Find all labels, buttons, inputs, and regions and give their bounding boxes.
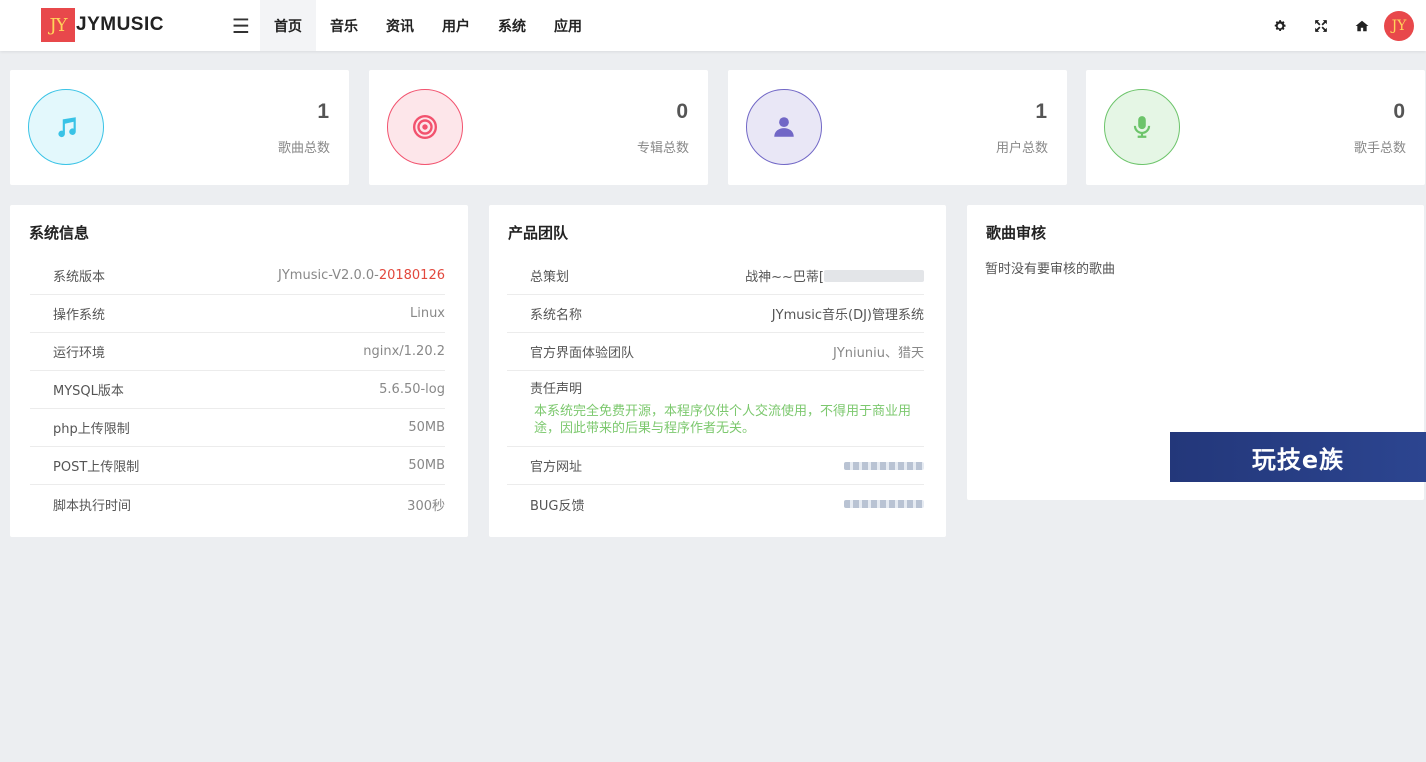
nav-music[interactable]: 音乐 <box>316 0 372 51</box>
app-name: JYMUSIC <box>76 14 164 35</box>
system-info-panel: 系统信息 系统版本 JYmusic-V2.0.0-20180126 操作系统 L… <box>10 205 468 537</box>
music-note-icon <box>28 89 104 165</box>
gear-icon[interactable] <box>1259 0 1300 51</box>
stat-label: 专辑总数 <box>636 141 689 156</box>
stat-card-users: 1 用户总数 <box>728 70 1067 185</box>
row-key: 操作系统 <box>53 308 106 323</box>
watermark-text: 玩技e族 <box>1251 445 1345 474</box>
empty-state-text: 暂时没有要审核的歌曲 <box>985 262 1116 277</box>
row-value: 300秒 <box>407 498 445 514</box>
row-key: 系统版本 <box>53 270 106 285</box>
table-row: 责任声明 本系统完全免费开源，本程序仅供个人交流使用，不得用于商业用途，因此带来… <box>507 371 924 447</box>
official-site-link[interactable] <box>844 461 924 470</box>
row-value: JYmusic-V2.0.0-20180126 <box>278 268 445 283</box>
row-key: MYSQL版本 <box>53 384 124 399</box>
row-key: 责任声明 <box>530 382 583 397</box>
row-key: 系统名称 <box>530 308 583 323</box>
app-logo[interactable]: JY JYMUSIC <box>41 8 164 42</box>
nav-apps[interactable]: 应用 <box>540 0 596 51</box>
nav-system[interactable]: 系统 <box>484 0 540 51</box>
nav-news[interactable]: 资讯 <box>372 0 428 51</box>
table-row: 官方界面体验团队 JYniuniu、猎天 <box>507 333 924 371</box>
nav-users[interactable]: 用户 <box>428 0 484 51</box>
hamburger-icon[interactable]: ☰ <box>223 0 259 51</box>
row-value: 50MB <box>408 458 445 473</box>
row-key: 官方网址 <box>530 460 583 475</box>
stat-label: 歌曲总数 <box>277 141 330 156</box>
table-row: 运行环境 nginx/1.20.2 <box>30 333 445 371</box>
user-icon <box>746 89 822 165</box>
microphone-icon <box>1104 89 1180 165</box>
row-key: 总策划 <box>530 270 570 285</box>
panel-title: 系统信息 <box>29 224 90 242</box>
table-row: MYSQL版本 5.6.50-log <box>30 371 445 409</box>
stat-value: 0 <box>676 100 688 123</box>
table-row: 总策划 战神~~巴蒂[ <box>507 257 924 295</box>
row-key: php上传限制 <box>53 422 130 437</box>
panel-title: 歌曲审核 <box>986 224 1047 242</box>
row-value: Linux <box>409 306 445 321</box>
table-row: POST上传限制 50MB <box>30 447 445 485</box>
row-key: 脚本执行时间 <box>53 498 132 514</box>
row-value: 5.6.50-log <box>379 382 445 397</box>
stat-label: 用户总数 <box>995 141 1048 156</box>
header-tools: JY <box>1259 0 1414 51</box>
home-icon[interactable] <box>1341 0 1382 51</box>
nav-home[interactable]: 首页 <box>260 0 316 51</box>
logo-badge: JY <box>41 8 75 42</box>
disclaimer-text: 本系统完全免费开源，本程序仅供个人交流使用，不得用于商业用途，因此带来的后果与程… <box>534 404 912 436</box>
table-row: BUG反馈 <box>507 485 924 523</box>
row-key: POST上传限制 <box>53 460 140 475</box>
stat-card-albums: 0 专辑总数 <box>369 70 708 185</box>
table-row: 操作系统 Linux <box>30 295 445 333</box>
watermark: 玩技e族 <box>1170 432 1426 482</box>
target-icon <box>387 89 463 165</box>
table-row: 脚本执行时间 300秒 <box>30 485 445 523</box>
row-value: nginx/1.20.2 <box>363 344 445 359</box>
row-value: 50MB <box>408 420 445 435</box>
stat-value: 1 <box>317 100 329 123</box>
row-key: 运行环境 <box>53 346 106 361</box>
table-row: 官方网址 <box>507 447 924 485</box>
avatar[interactable]: JY <box>1384 10 1414 41</box>
stat-card-singers: 0 歌手总数 <box>1086 70 1425 185</box>
main-nav: 首页 音乐 资讯 用户 系统 应用 <box>260 0 596 51</box>
stat-value: 1 <box>1035 100 1047 123</box>
stat-value: 0 <box>1393 100 1405 123</box>
expand-icon[interactable] <box>1300 0 1341 51</box>
stat-card-songs: 1 歌曲总数 <box>10 70 349 185</box>
table-row: php上传限制 50MB <box>30 409 445 447</box>
bug-feedback-link[interactable] <box>844 500 924 508</box>
product-team-panel: 产品团队 总策划 战神~~巴蒂[ 系统名称 JYmusic音乐(DJ)管理系统 … <box>489 205 946 537</box>
row-value: 战神~~巴蒂[ <box>745 266 924 285</box>
table-row: 系统名称 JYmusic音乐(DJ)管理系统 <box>507 295 924 333</box>
row-key: BUG反馈 <box>530 498 585 514</box>
stat-label: 歌手总数 <box>1353 141 1406 156</box>
row-key: 官方界面体验团队 <box>530 346 635 361</box>
table-row: 系统版本 JYmusic-V2.0.0-20180126 <box>30 257 445 295</box>
row-value: JYmusic音乐(DJ)管理系统 <box>771 308 924 323</box>
row-value: JYniuniu、猎天 <box>833 346 924 361</box>
panel-title: 产品团队 <box>508 224 569 242</box>
top-navbar: JY JYMUSIC ☰ 首页 音乐 资讯 用户 系统 应用 JY <box>0 0 1426 51</box>
